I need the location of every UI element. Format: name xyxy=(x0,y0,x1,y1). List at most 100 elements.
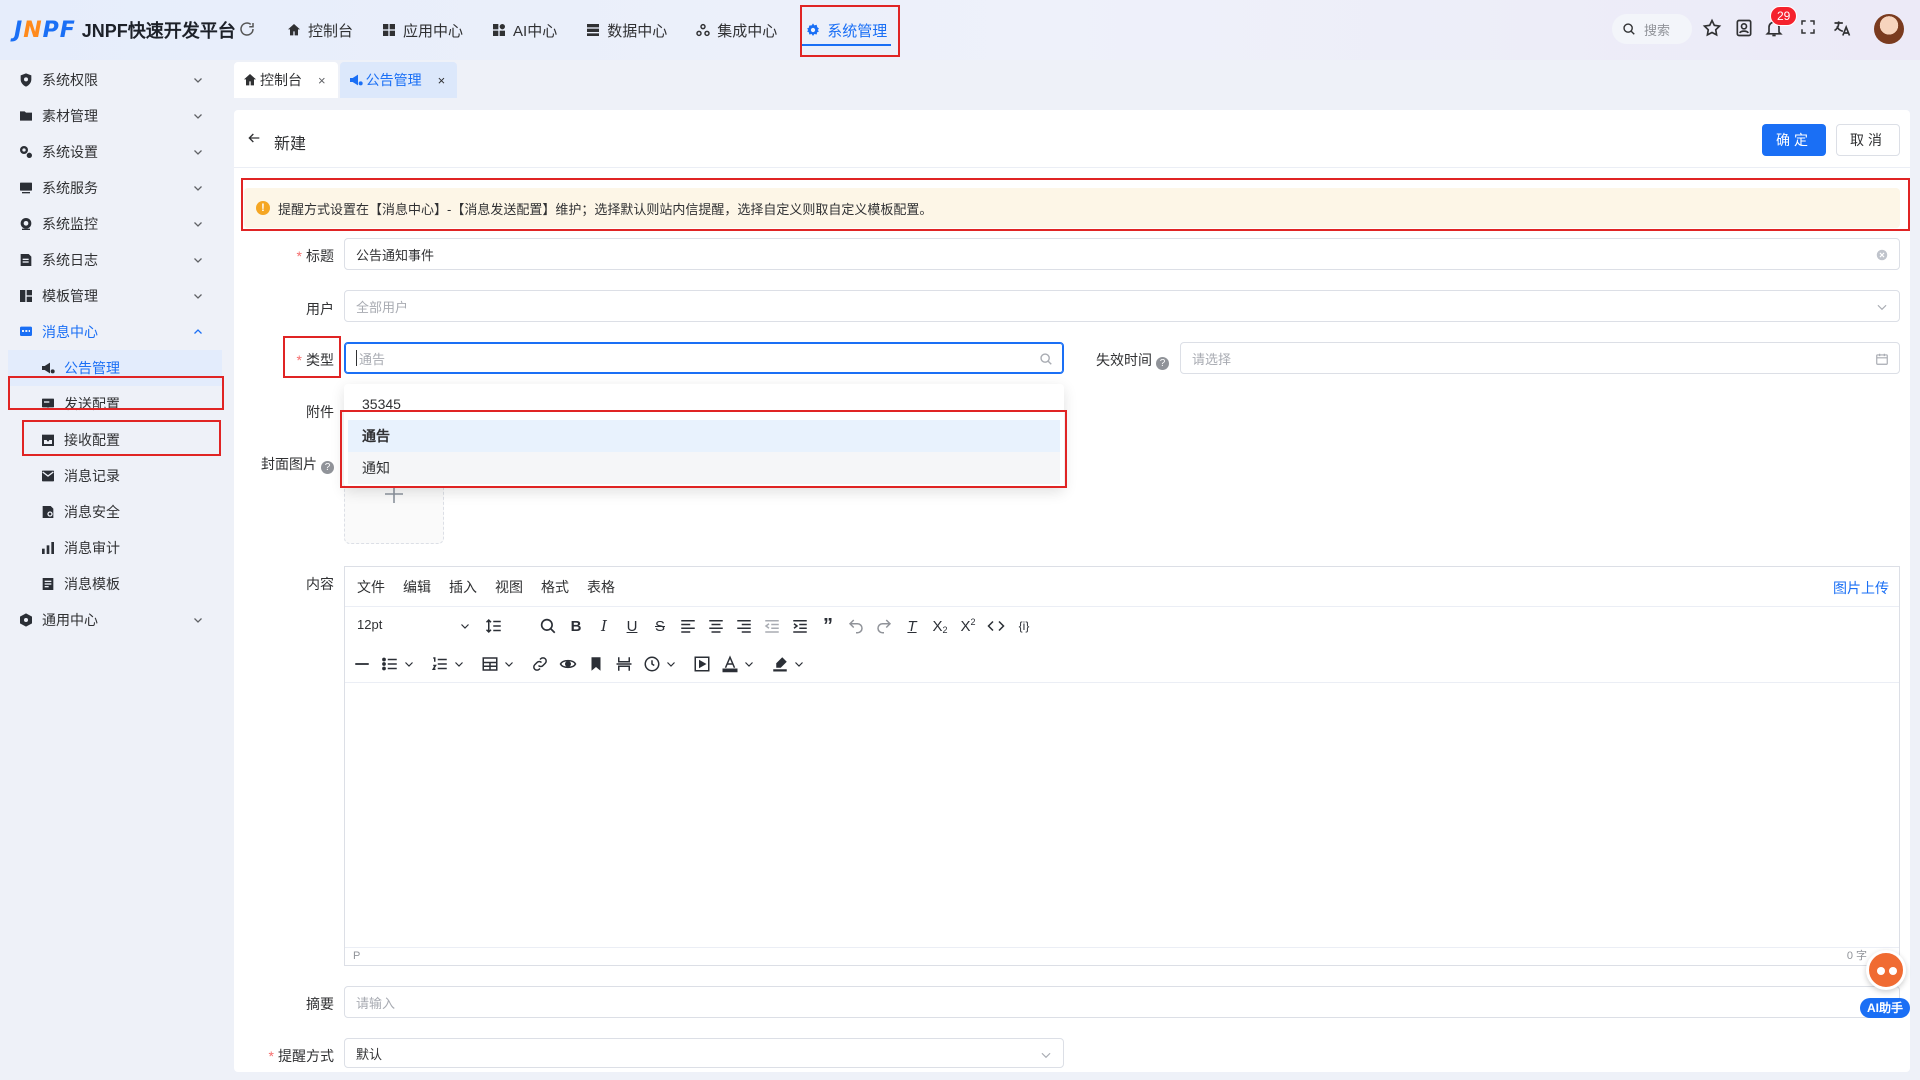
sidebar-subitem-message-templates[interactable]: 消息模板 xyxy=(8,566,222,602)
strikethrough-icon[interactable]: S xyxy=(651,617,669,635)
folder-icon xyxy=(20,111,32,121)
menu-insert[interactable]: 插入 xyxy=(449,577,477,597)
menu-edit[interactable]: 编辑 xyxy=(403,577,431,597)
sidebar-item-label: 发送配置 xyxy=(64,396,120,412)
ai-assistant-button[interactable]: AI助手 xyxy=(1856,950,1912,1020)
tab-announcements[interactable]: 公告管理 × xyxy=(339,62,458,98)
close-icon[interactable]: × xyxy=(438,73,446,88)
preview-eye-icon[interactable] xyxy=(559,655,577,673)
translate-icon[interactable] xyxy=(1832,18,1854,40)
close-icon[interactable]: × xyxy=(318,73,326,88)
template-field-icon[interactable]: {i} xyxy=(1015,617,1033,635)
sidebar-subitem-send-config[interactable]: 发送配置 xyxy=(8,386,222,422)
sidebar-item-monitor[interactable]: 系统监控 xyxy=(8,206,222,242)
sidebar-item-general-center[interactable]: 通用中心 xyxy=(8,602,222,638)
type-option[interactable]: 通知 xyxy=(348,452,1060,484)
nav-system-management[interactable]: 系统管理 xyxy=(791,10,901,50)
superscript-icon[interactable]: X2 xyxy=(959,617,977,635)
sidebar-item-materials[interactable]: 素材管理 xyxy=(8,98,222,134)
highlight-icon[interactable] xyxy=(771,655,789,673)
chevron-down-icon[interactable] xyxy=(403,655,415,673)
remind-select[interactable]: 默认 xyxy=(344,1038,1064,1068)
help-icon[interactable]: ? xyxy=(1156,357,1169,370)
outdent-icon[interactable] xyxy=(763,617,781,635)
tab-dashboard[interactable]: 控制台 × xyxy=(234,62,338,98)
chevron-down-icon[interactable] xyxy=(503,655,515,673)
sidebar-item-logs[interactable]: 系统日志 xyxy=(8,242,222,278)
bookmark-icon[interactable] xyxy=(587,655,605,673)
user-label: 用户 xyxy=(306,301,334,317)
media-icon[interactable] xyxy=(693,655,711,673)
help-icon[interactable]: ? xyxy=(321,461,334,474)
page-break-icon[interactable] xyxy=(615,655,633,673)
subscript-icon[interactable]: X2 xyxy=(931,617,949,636)
clear-icon[interactable] xyxy=(1875,248,1889,262)
star-icon[interactable] xyxy=(1702,18,1724,40)
search-replace-icon[interactable] xyxy=(539,617,557,635)
sidebar-subitem-message-audit[interactable]: 消息审计 xyxy=(8,530,222,566)
nav-home[interactable]: 控制台 xyxy=(272,10,367,50)
nav-app-center[interactable]: 应用中心 xyxy=(367,10,477,50)
top-header: JNPF JNPF快速开发平台 控制台 应用中心 AI中心 数据中心 集成中心 … xyxy=(0,0,1920,60)
sidebar-item-permissions[interactable]: 系统权限 xyxy=(8,62,222,98)
app-logo[interactable]: JNPF JNPF快速开发平台 xyxy=(14,16,236,44)
menu-view[interactable]: 视图 xyxy=(495,577,523,597)
chevron-down-icon[interactable] xyxy=(665,655,677,673)
summary-input[interactable]: 请输入 xyxy=(344,986,1900,1018)
clock-icon[interactable] xyxy=(643,655,661,673)
nav-ai-center[interactable]: AI中心 xyxy=(477,10,571,50)
align-left-icon[interactable] xyxy=(679,617,697,635)
horizontal-rule-icon[interactable] xyxy=(353,655,371,673)
bold-icon[interactable]: B xyxy=(567,617,585,635)
redo-icon[interactable] xyxy=(875,617,893,635)
code-icon[interactable] xyxy=(987,617,1005,635)
type-option-selected[interactable]: 通告 xyxy=(348,420,1060,452)
sidebar-item-services[interactable]: 系统服务 xyxy=(8,170,222,206)
indent-icon[interactable] xyxy=(791,617,809,635)
image-upload-link[interactable]: 图片上传 xyxy=(1833,578,1889,598)
undo-icon[interactable] xyxy=(847,617,865,635)
italic-icon[interactable]: I xyxy=(595,617,613,635)
sidebar-item-message-center[interactable]: 消息中心 xyxy=(8,314,222,350)
text-color-icon[interactable] xyxy=(721,655,739,673)
sidebar-item-templates[interactable]: 模板管理 xyxy=(8,278,222,314)
font-size-select[interactable]: 12pt xyxy=(357,617,382,632)
user-select[interactable]: 全部用户 xyxy=(344,290,1900,322)
menu-format[interactable]: 格式 xyxy=(541,577,569,597)
line-height-icon[interactable] xyxy=(485,617,503,635)
bullet-list-icon[interactable] xyxy=(381,655,399,673)
chevron-down-icon[interactable] xyxy=(453,655,465,673)
nav-integration-center[interactable]: 集成中心 xyxy=(681,10,791,50)
table-icon[interactable] xyxy=(481,655,499,673)
id-card-icon[interactable] xyxy=(1734,18,1756,40)
back-arrow-icon[interactable] xyxy=(246,130,262,146)
menu-file[interactable]: 文件 xyxy=(357,577,385,597)
editor-content-area[interactable] xyxy=(345,685,1899,947)
user-avatar[interactable] xyxy=(1874,14,1904,44)
sidebar-subitem-message-records[interactable]: 消息记录 xyxy=(8,458,222,494)
underline-icon[interactable]: U xyxy=(623,617,641,635)
type-option[interactable]: 35345 xyxy=(348,388,1060,420)
blockquote-icon[interactable]: ” xyxy=(819,615,837,637)
align-right-icon[interactable] xyxy=(735,617,753,635)
sidebar-subitem-receive-config[interactable]: 接收配置 xyxy=(8,422,222,458)
global-search[interactable]: 搜索 xyxy=(1612,14,1692,44)
sidebar-item-settings[interactable]: 系统设置 xyxy=(8,134,222,170)
clear-format-icon[interactable]: T xyxy=(903,617,921,635)
menu-table[interactable]: 表格 xyxy=(587,577,615,597)
chevron-down-icon[interactable] xyxy=(743,655,755,673)
refresh-icon[interactable] xyxy=(238,20,258,40)
cancel-button[interactable]: 取消 xyxy=(1836,124,1900,156)
numbered-list-icon[interactable] xyxy=(431,655,449,673)
title-input[interactable]: 公告通知事件 xyxy=(344,238,1900,270)
nav-data-center[interactable]: 数据中心 xyxy=(571,10,681,50)
sidebar-subitem-announcements[interactable]: 公告管理 xyxy=(8,350,222,386)
link-icon[interactable] xyxy=(531,655,549,673)
confirm-button[interactable]: 确定 xyxy=(1762,124,1826,156)
sidebar-subitem-message-security[interactable]: 消息安全 xyxy=(8,494,222,530)
align-center-icon[interactable] xyxy=(707,617,725,635)
type-select[interactable]: 通告 xyxy=(344,342,1064,374)
fullscreen-icon[interactable] xyxy=(1799,18,1821,40)
expire-date-picker[interactable]: 请选择 xyxy=(1180,342,1900,374)
chevron-down-icon[interactable] xyxy=(793,655,805,673)
